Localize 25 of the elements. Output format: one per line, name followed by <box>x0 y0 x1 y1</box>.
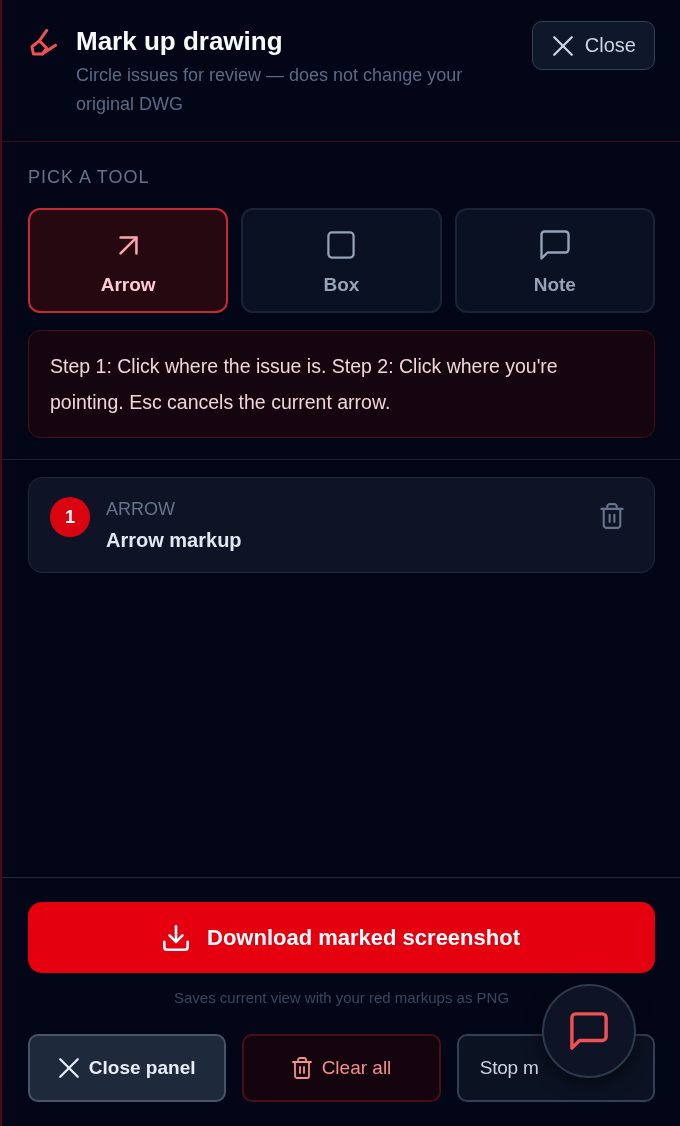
close-panel-button[interactable]: Close panel <box>28 1034 227 1102</box>
clear-all-button[interactable]: Clear all <box>242 1034 441 1102</box>
tool-button[interactable]: Arrow <box>28 208 229 313</box>
trash-icon[interactable] <box>600 503 624 529</box>
square-icon <box>327 231 356 259</box>
close-icon <box>552 35 573 56</box>
speech-bubble-icon <box>570 1012 608 1050</box>
download-caption: Saves current view with your red markups as PNG <box>173 988 510 1008</box>
pen-icon <box>29 29 57 57</box>
download-icon <box>163 924 189 951</box>
speech-bubble-icon <box>539 230 570 260</box>
panel-title: Mark up drawing <box>76 25 284 57</box>
section-heading: PICK A TOOL <box>28 166 150 189</box>
close-icon <box>58 1058 79 1078</box>
markup-type: ARROW <box>106 498 175 521</box>
markup-title: Arrow markup <box>106 528 242 553</box>
number-badge: 1 <box>50 497 90 537</box>
arrow-up-right-icon <box>118 235 138 255</box>
panel-subtitle: Circle issues for review — does not change your original DWG <box>76 64 464 116</box>
close-button[interactable]: Close <box>531 21 655 70</box>
tool-button[interactable]: Note <box>454 208 655 313</box>
download-button[interactable]: Download marked screenshot <box>28 902 655 973</box>
tool-button[interactable]: Box <box>241 208 442 313</box>
trash-icon <box>291 1057 312 1079</box>
instruction-banner: Step 1: Click where the issue is. Step 2: Click where you're pointing. Esc cancels the current arrow. <box>28 330 655 438</box>
